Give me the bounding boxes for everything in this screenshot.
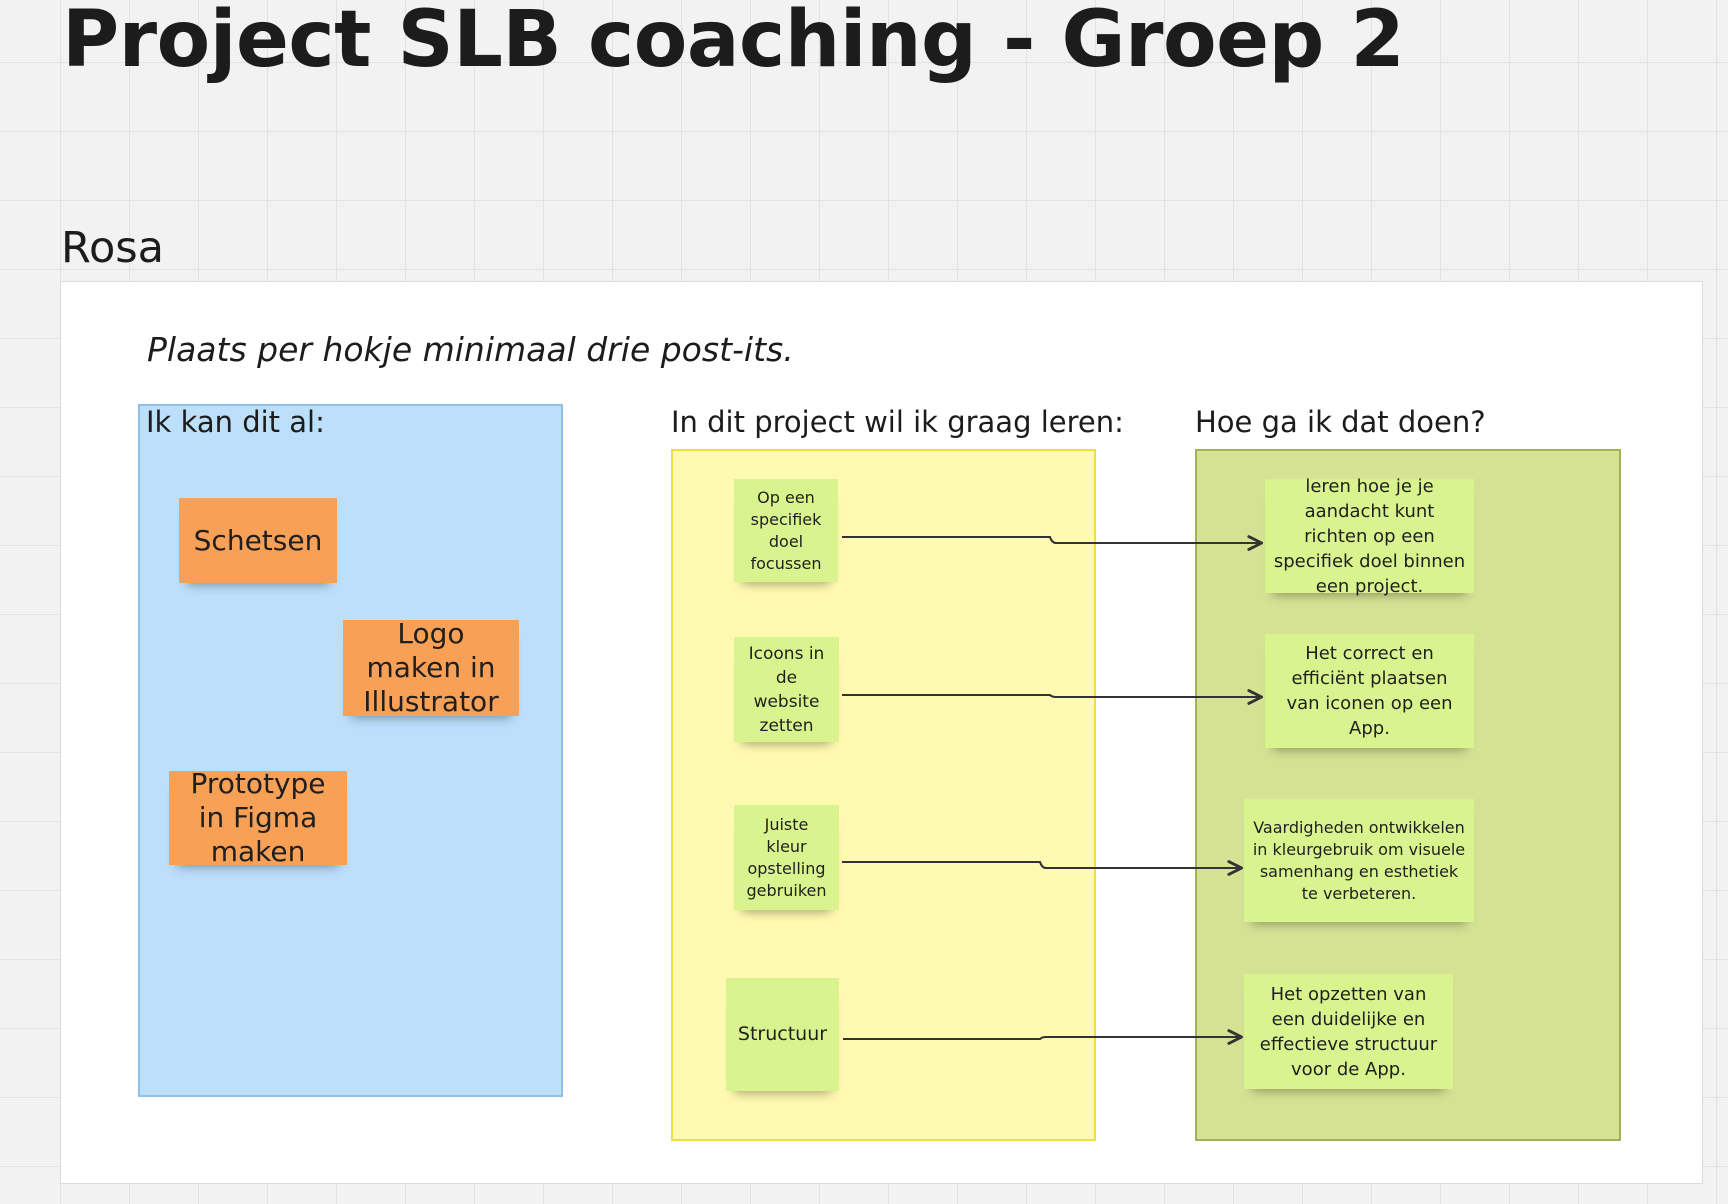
- sticky-note-text: leren hoe je je aandacht kunt richten op…: [1273, 475, 1466, 597]
- sticky-note-how[interactable]: Vaardigheden ontwikkelen in kleurgebruik…: [1244, 799, 1474, 922]
- sticky-note-known[interactable]: Prototype in Figma maken: [169, 767, 347, 868]
- sticky-note-text: Het opzetten van een duidelijke en effec…: [1259, 983, 1438, 1080]
- sticky-note-text: Schetsen: [193, 523, 323, 557]
- sticky-note-text: Vaardigheden ontwikkelen in kleurgebruik…: [1252, 817, 1466, 903]
- sticky-note-text: Logo maken in Illustrator: [363, 617, 499, 718]
- sticky-note-learn[interactable]: Juiste kleur opstelling gebruiken: [734, 805, 839, 910]
- sticky-note-text: Het correct en efficiënt plaatsen van ic…: [1286, 643, 1453, 739]
- instruction-text: Plaats per hokje minimaal drie post-its.: [147, 330, 794, 369]
- sticky-note-text: Prototype in Figma maken: [190, 767, 326, 868]
- sticky-note-known[interactable]: Logo maken in Illustrator: [343, 617, 519, 718]
- sticky-note-learn[interactable]: Icoons in de website zetten: [734, 637, 839, 742]
- column-known-title: Ik kan dit al:: [146, 405, 325, 439]
- person-name: Rosa: [61, 223, 165, 273]
- sticky-note-learn[interactable]: Structuur: [726, 978, 839, 1091]
- sticky-note-learn[interactable]: Op een specifiek doel focussen: [734, 479, 838, 582]
- sticky-note-text: Structuur: [737, 1023, 828, 1045]
- sticky-note-how[interactable]: leren hoe je je aandacht kunt richten op…: [1265, 476, 1474, 597]
- sticky-note-text: Juiste kleur opstelling gebruiken: [746, 814, 827, 900]
- sticky-note-how[interactable]: Het opzetten van een duidelijke en effec…: [1244, 974, 1453, 1089]
- sticky-note-text: Icoons in de website zetten: [748, 643, 825, 736]
- sticky-note-known[interactable]: Schetsen: [179, 498, 337, 583]
- column-how-title: Hoe ga ik dat doen?: [1195, 405, 1486, 439]
- column-learn-title: In dit project wil ik graag leren:: [671, 405, 1124, 439]
- sticky-note-text: Op een specifiek doel focussen: [750, 487, 822, 573]
- sticky-note-how[interactable]: Het correct en efficiënt plaatsen van ic…: [1265, 634, 1474, 748]
- board-title: Project SLB coaching - Groep 2: [62, 0, 1405, 85]
